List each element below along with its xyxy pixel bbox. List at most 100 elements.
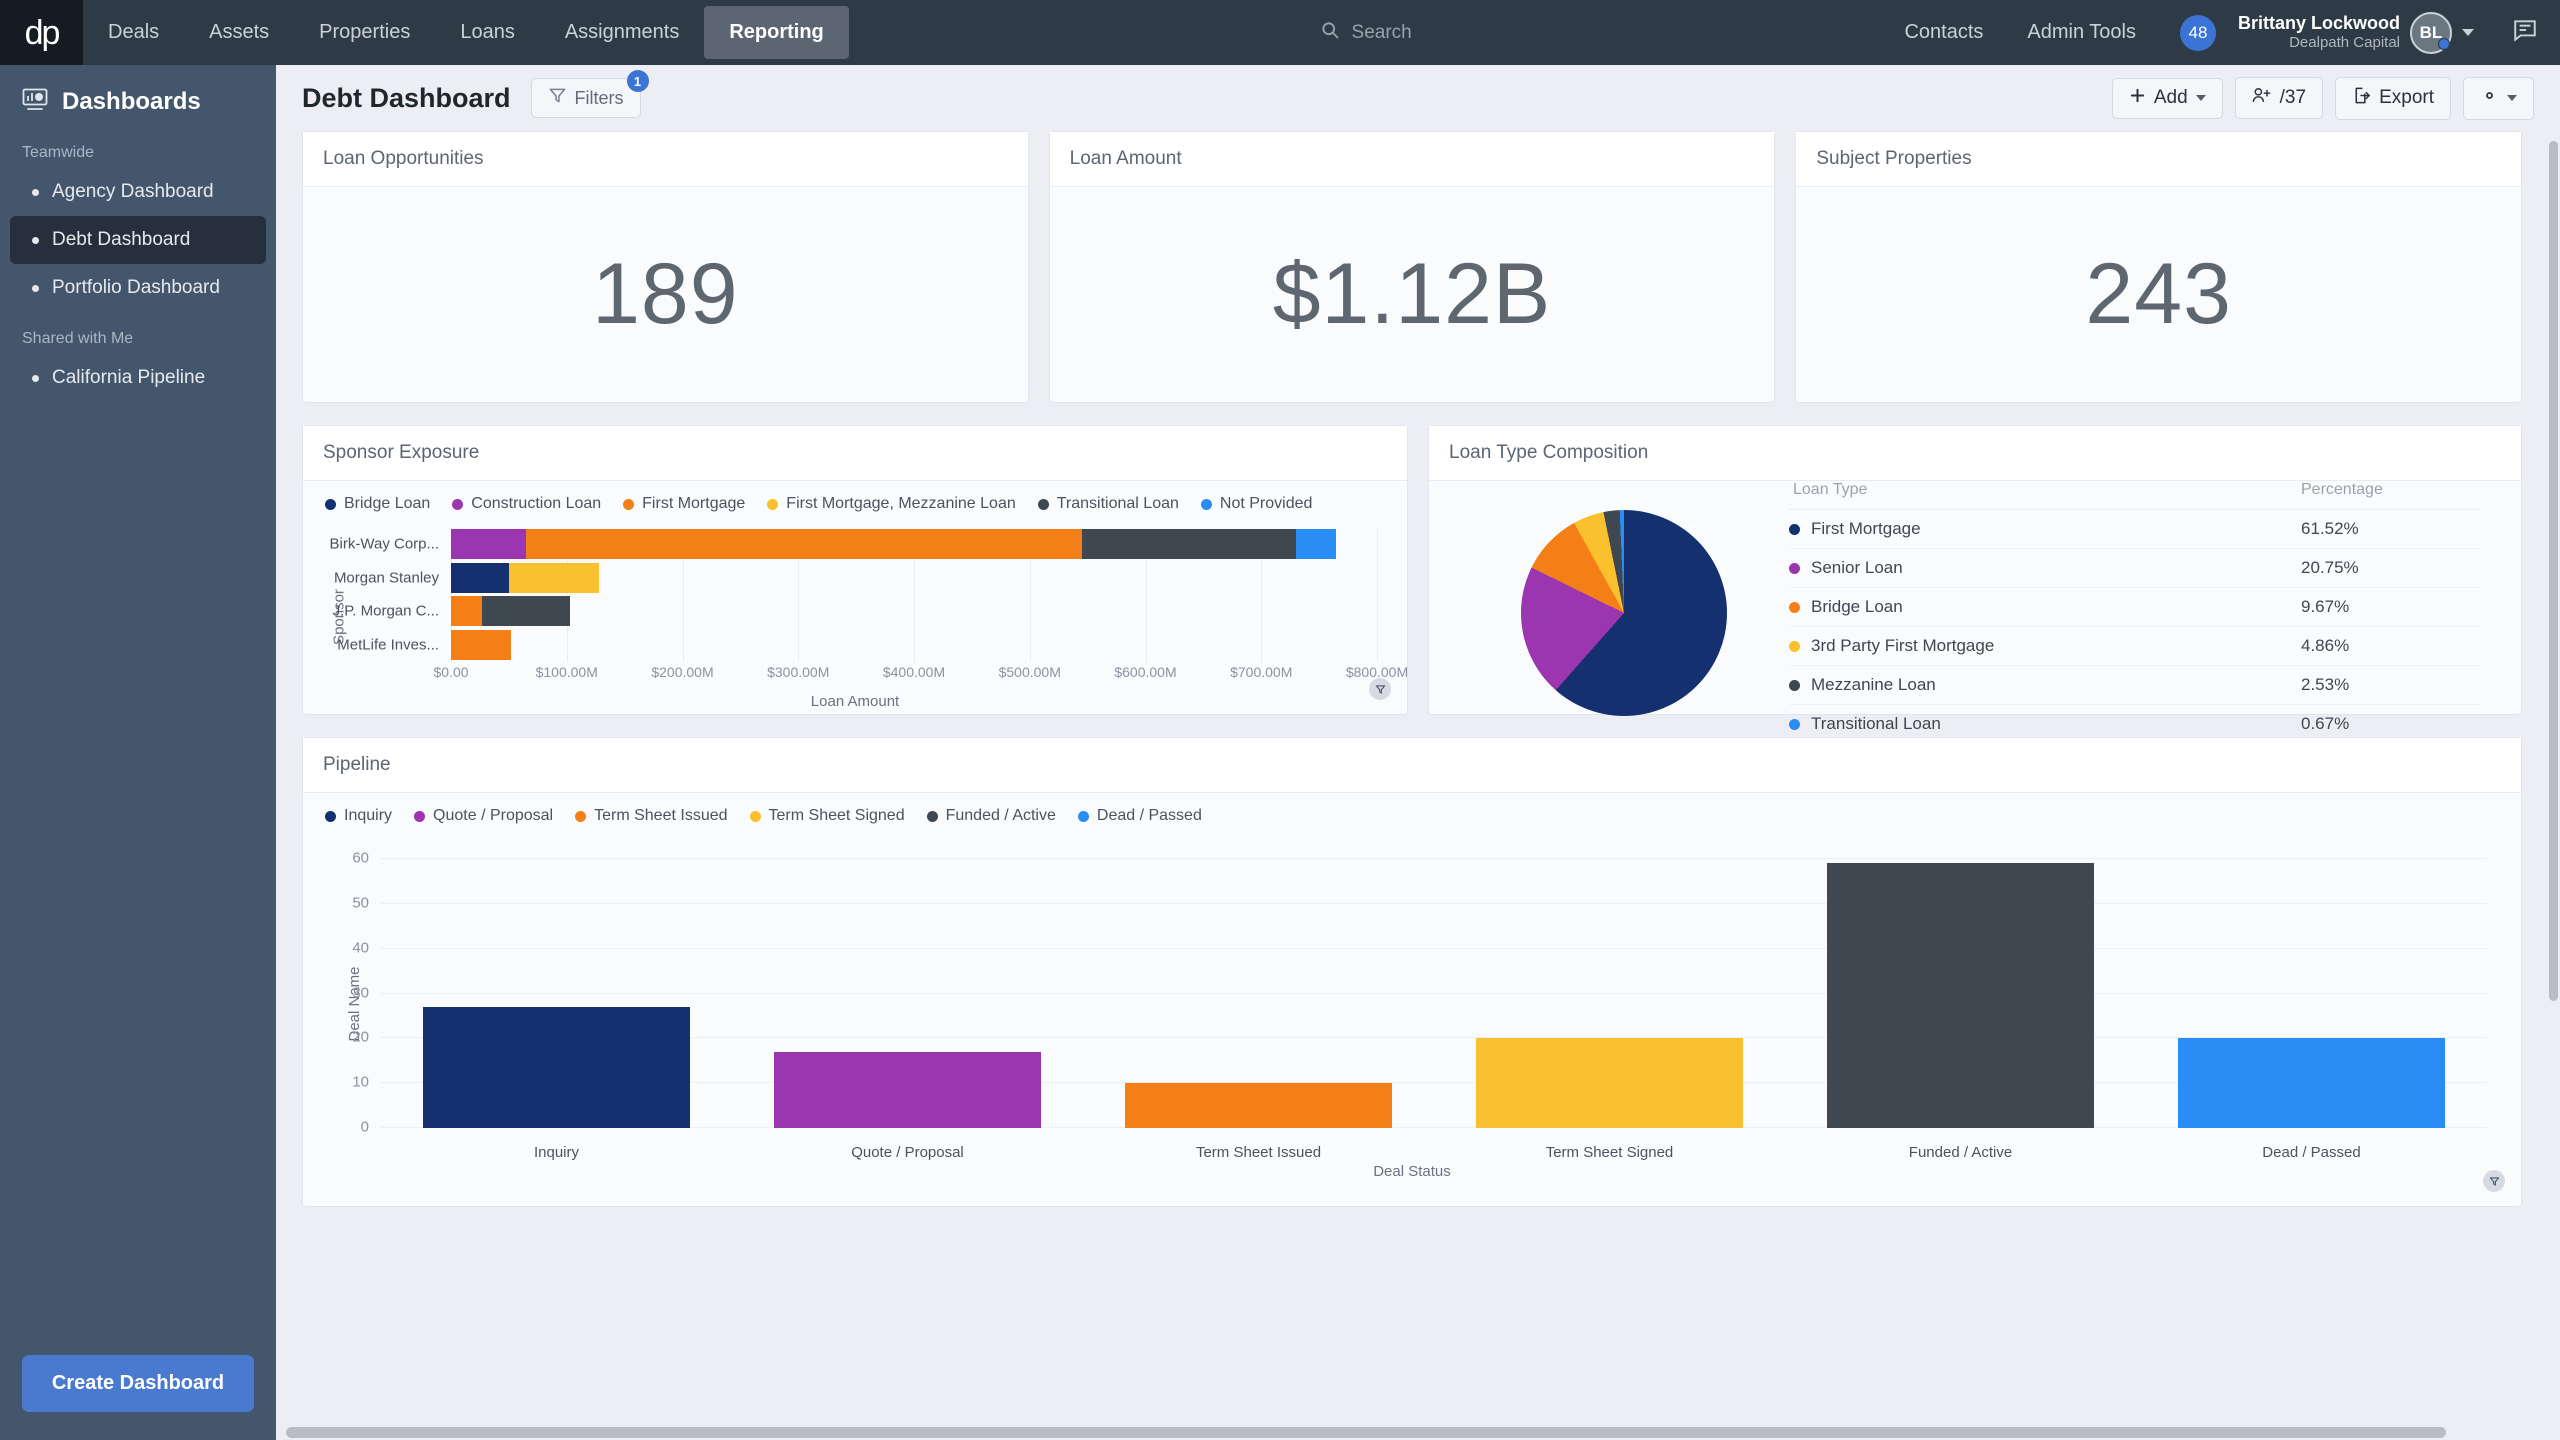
column-header-percentage: Percentage bbox=[2301, 481, 2383, 498]
sponsor-bar-segment[interactable] bbox=[1295, 528, 1337, 559]
sponsor-bar-segment[interactable] bbox=[508, 562, 600, 593]
pipeline-bar[interactable] bbox=[774, 1051, 1041, 1128]
sidebar-item-label: California Pipeline bbox=[52, 367, 206, 388]
page-title: Debt Dashboard bbox=[302, 82, 511, 113]
chart-filter-icon[interactable] bbox=[2483, 1170, 2505, 1192]
settings-button[interactable] bbox=[2463, 76, 2534, 120]
nav-spacer-left bbox=[849, 0, 1300, 65]
legend-item[interactable]: Construction Loan bbox=[452, 495, 601, 513]
loan-type-body: Loan Type Percentage First Mortgage 61.52… bbox=[1429, 481, 2521, 744]
y-axis-tick: 40 bbox=[352, 939, 369, 957]
sponsor-bar-row[interactable]: Morgan Stanley bbox=[334, 562, 1377, 593]
loan-type-row[interactable]: 3rd Party First Mortgage 4.86% bbox=[1789, 627, 2481, 666]
pipeline-bar-column: Term Sheet Signed bbox=[1434, 859, 1785, 1161]
loan-type-row[interactable]: Mezzanine Loan 2.53% bbox=[1789, 666, 2481, 705]
legend-label: Quote / Proposal bbox=[433, 807, 554, 824]
nav-item-reporting[interactable]: Reporting bbox=[704, 6, 849, 59]
legend-color-dot bbox=[452, 498, 464, 510]
nav-item-assignments[interactable]: Assignments bbox=[540, 0, 705, 65]
filters-button[interactable]: Filters 1 bbox=[530, 70, 649, 118]
create-dashboard-button[interactable]: Create Dashboard bbox=[22, 1355, 254, 1412]
bullet-icon bbox=[32, 284, 39, 292]
x-axis-tick: $600.00M bbox=[1114, 664, 1177, 680]
loan-type-name-cell: Senior Loan bbox=[1789, 558, 2301, 578]
sponsor-bar-segment[interactable] bbox=[451, 630, 512, 661]
legend-item[interactable]: Transitional Loan bbox=[1037, 495, 1179, 513]
pipeline-bar[interactable] bbox=[423, 1006, 690, 1128]
loan-type-label: Senior Loan bbox=[1811, 558, 1903, 577]
nav-item-loans[interactable]: Loans bbox=[435, 0, 540, 65]
share-button[interactable]: /37 bbox=[2234, 77, 2324, 119]
pipeline-bar-columns: Inquiry Quote / Proposal Term Sheet Issued… bbox=[381, 859, 2487, 1161]
horizontal-scrollbar-thumb[interactable] bbox=[286, 1427, 2446, 1438]
legend-item[interactable]: Bridge Loan bbox=[325, 495, 430, 513]
sponsor-bar-segment[interactable] bbox=[451, 528, 527, 559]
sidebar-item-portfolio-dashboard[interactable]: Portfolio Dashboard bbox=[10, 264, 266, 312]
nav-item-properties[interactable]: Properties bbox=[294, 0, 435, 65]
pipeline-bar[interactable] bbox=[1476, 1038, 1743, 1128]
x-axis-tick: $500.00M bbox=[998, 664, 1061, 680]
legend-color-dot bbox=[767, 498, 779, 510]
vertical-scrollbar-thumb[interactable] bbox=[2549, 141, 2558, 1001]
feedback-icon[interactable] bbox=[2490, 17, 2560, 48]
dashboards-icon bbox=[22, 87, 48, 116]
top-navigation-bar: dp Deals Assets Properties Loans Assignm… bbox=[0, 0, 2560, 65]
chevron-down-icon[interactable] bbox=[2462, 29, 2474, 36]
loan-type-row[interactable]: Bridge Loan 9.67% bbox=[1789, 588, 2481, 627]
sidebar-item-label: Portfolio Dashboard bbox=[52, 277, 220, 298]
sponsor-bar-row[interactable]: J.P. Morgan C... bbox=[333, 596, 1377, 627]
sponsor-bar-segment[interactable] bbox=[451, 596, 483, 627]
avatar[interactable]: BL bbox=[2410, 11, 2452, 54]
sponsor-bar-segment[interactable] bbox=[451, 562, 509, 593]
pipeline-bar[interactable] bbox=[1125, 1083, 1392, 1128]
chart-filter-icon[interactable] bbox=[1369, 678, 1391, 700]
legend-item[interactable]: Inquiry bbox=[325, 807, 392, 825]
sponsor-bar-segment[interactable] bbox=[1081, 528, 1296, 559]
x-axis-tick: $400.00M bbox=[882, 664, 946, 680]
loan-type-name-cell: First Mortgage bbox=[1789, 519, 2301, 539]
sidebar: Dashboards Teamwide Agency Dashboard Deb… bbox=[0, 65, 276, 1440]
legend-item[interactable]: First Mortgage bbox=[623, 495, 745, 513]
sponsor-bar-row[interactable]: MetLife Inves... bbox=[337, 630, 1377, 661]
sidebar-item-debt-dashboard[interactable]: Debt Dashboard bbox=[10, 216, 266, 264]
pipeline-title: Pipeline bbox=[323, 754, 391, 775]
notification-count-badge[interactable]: 48 bbox=[2179, 14, 2216, 51]
app-logo[interactable]: dp bbox=[0, 0, 83, 65]
legend-item[interactable]: Dead / Passed bbox=[1077, 807, 1202, 825]
sponsor-bar-segment[interactable] bbox=[526, 528, 1082, 559]
legend-item[interactable]: Not Provided bbox=[1200, 495, 1312, 513]
user-organization: Dealpath Capital bbox=[2289, 34, 2400, 52]
export-label: Export bbox=[2379, 87, 2434, 108]
legend-item[interactable]: Funded / Active bbox=[926, 807, 1056, 825]
dashboard-board: Loan Opportunities 189 Loan Amount $1.12… bbox=[276, 131, 2548, 1419]
nav-item-contacts[interactable]: Contacts bbox=[1882, 21, 2005, 44]
user-menu[interactable]: Brittany Lockwood Dealpath Capital BL bbox=[2238, 11, 2490, 54]
sponsor-category-label: MetLife Inves... bbox=[337, 636, 439, 654]
pipeline-bar[interactable] bbox=[1827, 863, 2094, 1128]
pipeline-bar[interactable] bbox=[2178, 1038, 2445, 1128]
nav-item-admin-tools[interactable]: Admin Tools bbox=[2005, 21, 2158, 44]
loan-type-row[interactable]: First Mortgage 61.52% bbox=[1789, 510, 2481, 549]
vertical-scrollbar[interactable] bbox=[2549, 141, 2558, 1431]
export-button[interactable]: Export bbox=[2335, 76, 2451, 120]
loan-type-row[interactable]: Senior Loan 20.75% bbox=[1789, 549, 2481, 588]
pipeline-header: Pipeline bbox=[303, 738, 2521, 793]
legend-label: Bridge Loan bbox=[344, 495, 431, 512]
sidebar-item-california-pipeline[interactable]: California Pipeline bbox=[10, 354, 266, 402]
legend-label: Construction Loan bbox=[471, 495, 602, 512]
legend-item[interactable]: Term Sheet Signed bbox=[749, 807, 905, 825]
legend-item[interactable]: First Mortgage, Mezzanine Loan bbox=[767, 495, 1016, 513]
nav-item-assets[interactable]: Assets bbox=[184, 0, 294, 65]
add-button[interactable]: Add bbox=[2111, 77, 2223, 119]
horizontal-scrollbar[interactable] bbox=[286, 1427, 2544, 1438]
global-search[interactable]: Search bbox=[1300, 0, 1432, 65]
sponsor-bar-row[interactable]: Birk-Way Corp... bbox=[330, 528, 1377, 559]
sidebar-item-agency-dashboard[interactable]: Agency Dashboard bbox=[10, 168, 266, 216]
nav-item-deals[interactable]: Deals bbox=[83, 0, 184, 65]
sponsor-exposure-header: Sponsor Exposure bbox=[303, 426, 1407, 481]
sponsor-bar-segment[interactable] bbox=[482, 596, 571, 627]
legend-item[interactable]: Quote / Proposal bbox=[414, 807, 553, 825]
legend-item[interactable]: Term Sheet Issued bbox=[575, 807, 728, 825]
pie-chart-holder bbox=[1459, 509, 1789, 716]
sponsor-category-label: J.P. Morgan C... bbox=[332, 602, 439, 620]
